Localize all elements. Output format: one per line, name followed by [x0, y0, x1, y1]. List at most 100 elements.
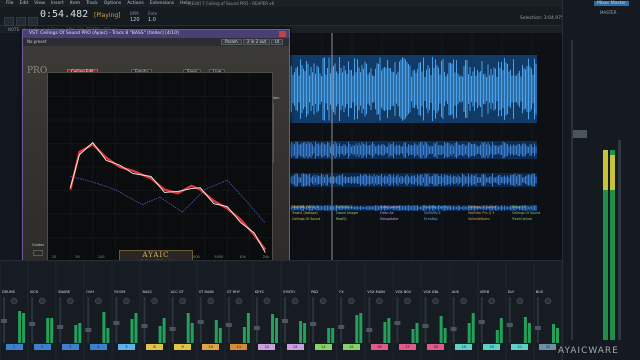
menu-edit[interactable]: Edit [20, 1, 29, 6]
channel-number[interactable]: 22 [539, 344, 557, 350]
selection-label: Selection: [520, 16, 543, 21]
preset-select[interactable]: No preset [27, 39, 46, 44]
channel-number[interactable]: 9 [174, 344, 192, 350]
fx-insert-item[interactable]: Ceilings Of Sound [292, 217, 320, 221]
play-status: [Playing] [94, 12, 121, 19]
channel-number[interactable]: 4 [89, 344, 107, 350]
fx-insert-item[interactable]: Ceilings Of Sound [512, 211, 540, 215]
fx-insert-item[interactable]: Fresh Air [380, 211, 394, 215]
channel-name[interactable]: VERB [480, 290, 489, 294]
fx-insert-item[interactable]: Decapitator [380, 217, 399, 221]
pro-logo: PRO [27, 66, 48, 76]
rate-value[interactable]: 1.0 [148, 17, 156, 23]
fx-insert-item[interactable]: Saturn 2 [512, 205, 526, 209]
fx-insert-lists: FabFilter Pro-Q 3 Trash2 (Izotope) Ceiling… [292, 205, 560, 259]
menu-file[interactable]: File [6, 1, 14, 6]
channel-number[interactable]: 20 [483, 344, 501, 350]
fx-insert-item[interactable]: Trash2 (Izotope) [292, 211, 318, 215]
channel-name[interactable]: SNARE [58, 290, 70, 294]
bpm-value[interactable]: 120 [130, 17, 140, 23]
fx-insert-item[interactable]: FabFilter Pro-C 2 [424, 205, 450, 209]
freq-tick-label: 5000 [214, 255, 223, 259]
fx-insert-item[interactable]: ValhallaRoom [468, 217, 490, 221]
channel-name[interactable]: OVH [86, 290, 94, 294]
channel-name[interactable]: VOX DBL [424, 290, 439, 294]
master-meters [571, 40, 621, 340]
master-label: MASTER [600, 10, 617, 15]
menu-actions[interactable]: Actions [127, 1, 143, 6]
channel-number[interactable]: 17 [398, 344, 416, 350]
channel-name[interactable]: ROOM [114, 290, 125, 294]
plugin-title[interactable]: VST: Ceilings Of Sound PRO (Ayaic) - Tra… [23, 30, 289, 38]
channel-number[interactable]: 18 [427, 344, 445, 350]
channel-name[interactable]: SYNTH [283, 290, 295, 294]
guides-dropdown[interactable] [33, 250, 43, 256]
menu-extensions[interactable]: Extensions [150, 1, 174, 6]
param-button[interactable]: Param [221, 39, 242, 45]
menu-item[interactable]: Item [70, 1, 80, 6]
stop-button[interactable] [28, 17, 38, 26]
channel-number[interactable]: 16 [370, 344, 388, 350]
brand-name: AYAIC [142, 251, 170, 259]
channel-number[interactable]: 11 [230, 344, 248, 350]
fx-insert-item[interactable]: SUBSPACE [424, 211, 441, 215]
fx-insert-item[interactable]: SUBSPACE [336, 205, 353, 209]
fx-insert-item[interactable]: TrackControl [380, 205, 400, 209]
fx-insert-item[interactable]: Ceilings Of Sound [468, 205, 496, 209]
freq-tick-label: 10k [239, 255, 246, 259]
play-button[interactable] [16, 17, 26, 26]
channel-number[interactable]: 21 [511, 344, 529, 350]
menu-view[interactable]: View [34, 1, 45, 6]
channel-name[interactable]: VOX BGV [395, 290, 411, 294]
io-button[interactable]: 2 in 2 out [243, 39, 271, 45]
channel-number[interactable]: 2 [33, 344, 51, 350]
channel-name[interactable]: AUX [452, 290, 459, 294]
freq-tick-label: 50 [75, 255, 79, 259]
channel-name[interactable]: KICK [30, 290, 38, 294]
channel-name[interactable]: BUS [536, 290, 543, 294]
close-icon[interactable] [279, 31, 286, 37]
channel-number[interactable]: 8 [146, 344, 164, 350]
channel-name[interactable]: ACC GT [171, 290, 184, 294]
channel-name[interactable]: BASS [143, 290, 152, 294]
ui-button[interactable]: UI [271, 39, 284, 45]
channel-name[interactable]: GT RHY [227, 290, 240, 294]
channel-number[interactable]: 19 [455, 344, 473, 350]
channel-name[interactable]: GT MAIN [199, 290, 214, 294]
watermark-text: AYAICWARE [558, 346, 619, 356]
channel-number[interactable]: 3 [61, 344, 79, 350]
channel-number[interactable]: 15 [342, 344, 360, 350]
menu-help[interactable]: Help [180, 1, 190, 6]
spectrum-graph[interactable]: 205010020050010002000500010k20k [47, 72, 273, 262]
guides-label: Guides [32, 243, 45, 247]
spectrum-svg: 205010020050010002000500010k20k [48, 73, 272, 261]
rate-label: Rate [148, 11, 158, 16]
channel-name[interactable]: DRUMS [2, 290, 15, 294]
channel-number[interactable]: 13 [286, 344, 304, 350]
freq-tick-label: 100 [98, 255, 105, 259]
fx-insert-item[interactable]: Ozone Imager [336, 211, 358, 215]
channel-number[interactable]: 14 [314, 344, 332, 350]
channel-name[interactable]: PAD [311, 290, 318, 294]
fx-insert-item[interactable]: TrackControl [512, 217, 532, 221]
channel-number[interactable]: 1 [5, 344, 23, 350]
rewind-button[interactable] [4, 17, 14, 26]
menu-insert[interactable]: Insert [51, 1, 64, 6]
channel-name[interactable]: KEYS [255, 290, 264, 294]
menu-options[interactable]: Options [104, 1, 121, 6]
channel-name[interactable]: FX [339, 290, 343, 294]
menu-track[interactable]: Track [86, 1, 98, 6]
channel-name[interactable]: VOX MAIN [367, 290, 384, 294]
fx-insert-item[interactable]: FabFilter Pro-Q 3 [468, 211, 494, 215]
channel-number[interactable]: 10 [202, 344, 220, 350]
fx-insert-item[interactable]: EchoBoy [424, 217, 438, 221]
plugin-window[interactable]: VST: Ceilings Of Sound PRO (Ayaic) - Tra… [22, 29, 290, 271]
channel-number[interactable]: 12 [258, 344, 276, 350]
selection-start[interactable]: 3:04.975 [544, 16, 564, 21]
spectrum-curve [69, 141, 266, 253]
channel-name[interactable]: DLY [508, 290, 514, 294]
channel-number[interactable]: 5 [117, 344, 135, 350]
menu-bar: File Edit View Insert Item Track Options Action… [0, 0, 640, 7]
fx-insert-item[interactable]: FabFilter Pro-Q 3 [292, 205, 318, 209]
fx-insert-item[interactable]: ReaEQ [336, 217, 347, 221]
